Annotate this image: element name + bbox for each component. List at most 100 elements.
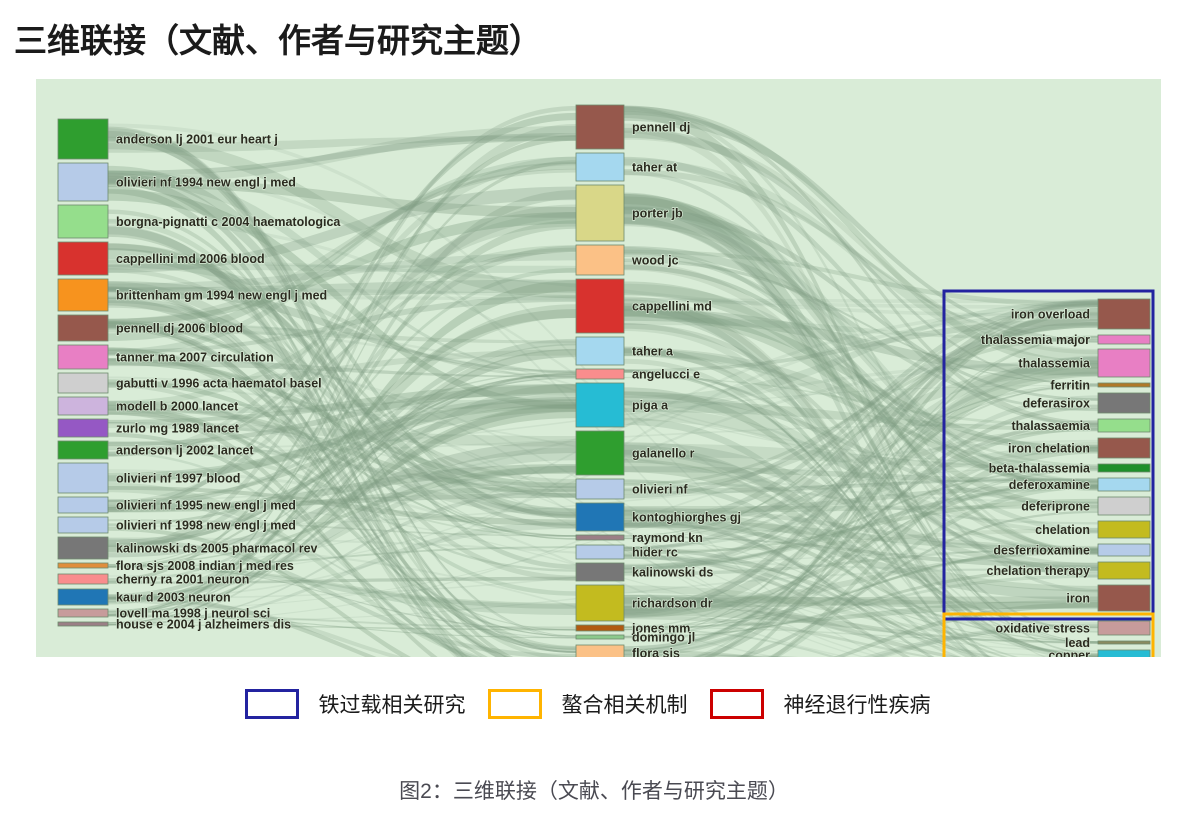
topic-node[interactable]: ferritin <box>1050 378 1151 393</box>
topic-swatch[interactable] <box>1097 463 1151 473</box>
bibliography-swatch[interactable] <box>57 314 109 342</box>
topic-swatch[interactable] <box>1097 649 1151 657</box>
bibliography-swatch[interactable] <box>57 516 109 534</box>
author-swatch[interactable] <box>575 534 625 541</box>
topic-swatch[interactable] <box>1097 298 1151 330</box>
author-swatch[interactable] <box>575 502 625 532</box>
bibliography-label: borgna-pignatti c 2004 haematologica <box>116 215 341 229</box>
bibliography-label: tanner ma 2007 circulation <box>116 351 274 365</box>
bibliography-node[interactable]: flora sjs 2008 indian j med res <box>57 558 295 574</box>
bibliography-swatch[interactable] <box>57 588 109 606</box>
topic-node[interactable]: desferrioxamine <box>993 543 1151 558</box>
author-label: taher at <box>632 161 678 175</box>
author-swatch[interactable] <box>575 644 625 657</box>
author-swatch[interactable] <box>575 544 625 560</box>
bibliography-node[interactable]: cherny ra 2001 neuron <box>57 572 250 587</box>
bibliography-swatch[interactable] <box>57 118 109 160</box>
author-node[interactable]: raymond kn <box>575 530 704 546</box>
bibliography-swatch[interactable] <box>57 462 109 494</box>
topic-label: desferrioxamine <box>993 544 1090 558</box>
bibliography-swatch[interactable] <box>57 573 109 585</box>
bibliography-label: olivieri nf 1998 new engl j med <box>116 519 296 533</box>
topic-label: deferiprone <box>1021 500 1090 514</box>
author-swatch[interactable] <box>575 382 625 428</box>
author-label: angelucci e <box>632 368 700 382</box>
author-swatch[interactable] <box>575 278 625 334</box>
author-swatch[interactable] <box>575 184 625 242</box>
author-swatch[interactable] <box>575 634 625 640</box>
topic-node[interactable]: beta-thalassemia <box>988 461 1151 476</box>
author-swatch[interactable] <box>575 562 625 582</box>
topic-swatch[interactable] <box>1097 543 1151 557</box>
author-swatch[interactable] <box>575 478 625 500</box>
bibliography-swatch[interactable] <box>57 440 109 460</box>
figure-caption: 图2：三维联接（文献、作者与研究主题） <box>399 780 789 803</box>
author-swatch[interactable] <box>575 368 625 380</box>
topic-swatch[interactable] <box>1097 418 1151 433</box>
author-label: kalinowski ds <box>632 566 713 580</box>
topic-node[interactable]: iron chelation <box>1007 437 1151 459</box>
bibliography-swatch[interactable] <box>57 536 109 560</box>
topic-swatch[interactable] <box>1097 640 1151 645</box>
topic-label: chelation <box>1035 523 1090 537</box>
bibliography-swatch[interactable] <box>57 372 109 394</box>
topic-node[interactable]: deferoxamine <box>1008 477 1151 493</box>
bibliography-node[interactable]: house e 2004 j alzheimers dis <box>57 617 292 632</box>
bibliography-node[interactable]: olivieri nf 1995 new engl j med <box>57 496 297 514</box>
bibliography-swatch[interactable] <box>57 241 109 276</box>
topic-swatch[interactable] <box>1097 620 1151 636</box>
bibliography-swatch[interactable] <box>57 204 109 239</box>
author-swatch[interactable] <box>575 624 625 632</box>
topic-label: chelation therapy <box>987 564 1091 578</box>
topic-node[interactable]: thalassemia major <box>980 332 1151 348</box>
bibliography-node[interactable]: gabutti v 1996 acta haematol basel <box>57 372 322 394</box>
topic-node[interactable]: chelation therapy <box>986 561 1151 580</box>
bibliography-swatch[interactable] <box>57 162 109 202</box>
bibliography-swatch[interactable] <box>57 608 109 618</box>
author-swatch[interactable] <box>575 104 625 150</box>
bibliography-node[interactable]: kaur d 2003 neuron <box>57 588 231 606</box>
author-node[interactable]: kalinowski ds <box>575 562 714 582</box>
author-node[interactable]: domingo jl <box>575 630 696 645</box>
topic-label: deferasirox <box>1023 397 1090 411</box>
topic-swatch[interactable] <box>1097 348 1151 378</box>
legend-row: 铁过载相关研究 螯合相关机制 神经退行性疾病 <box>36 678 1161 730</box>
topic-swatch[interactable] <box>1097 477 1151 492</box>
bibliography-node[interactable]: zurlo mg 1989 lancet <box>57 418 240 438</box>
topic-label: thalassemia <box>1018 357 1091 371</box>
bibliography-swatch[interactable] <box>57 278 109 312</box>
topic-node[interactable]: deferasirox <box>1022 392 1151 414</box>
topic-swatch[interactable] <box>1097 437 1151 459</box>
bibliography-swatch[interactable] <box>57 621 109 627</box>
legend-label-neurodegenerative-group: 神经退行性疾病 <box>783 694 931 717</box>
topic-label: thalassemia major <box>981 333 1090 347</box>
topic-swatch[interactable] <box>1097 496 1151 516</box>
topic-node[interactable]: copper <box>1048 648 1151 658</box>
author-swatch[interactable] <box>575 244 625 276</box>
author-node[interactable]: olivieri nf <box>575 478 689 500</box>
topic-swatch[interactable] <box>1097 520 1151 539</box>
author-swatch[interactable] <box>575 152 625 182</box>
bibliography-swatch[interactable] <box>57 396 109 416</box>
topic-swatch[interactable] <box>1097 334 1151 345</box>
bibliography-label: cherny ra 2001 neuron <box>116 573 249 587</box>
topic-swatch[interactable] <box>1097 561 1151 580</box>
topic-label: beta-thalassemia <box>989 462 1091 476</box>
bibliography-node[interactable]: modell b 2000 lancet <box>57 396 240 416</box>
topic-node[interactable]: deferiprone <box>1021 496 1151 516</box>
topic-swatch[interactable] <box>1097 584 1151 612</box>
bibliography-swatch[interactable] <box>57 418 109 438</box>
author-swatch[interactable] <box>575 336 625 366</box>
bibliography-swatch[interactable] <box>57 496 109 514</box>
author-swatch[interactable] <box>575 584 625 622</box>
topic-swatch[interactable] <box>1097 392 1151 414</box>
topic-swatch[interactable] <box>1097 382 1151 388</box>
author-swatch[interactable] <box>575 430 625 476</box>
bibliography-node[interactable]: olivieri nf 1998 new engl j med <box>57 516 297 534</box>
bibliography-node[interactable]: anderson lj 2002 lancet <box>57 440 255 460</box>
topic-node[interactable]: thalassaemia <box>1011 418 1151 434</box>
topic-node[interactable]: oxidative stress <box>995 620 1151 636</box>
bibliography-swatch[interactable] <box>57 562 109 569</box>
author-node[interactable]: angelucci e <box>575 367 701 382</box>
bibliography-swatch[interactable] <box>57 344 109 370</box>
